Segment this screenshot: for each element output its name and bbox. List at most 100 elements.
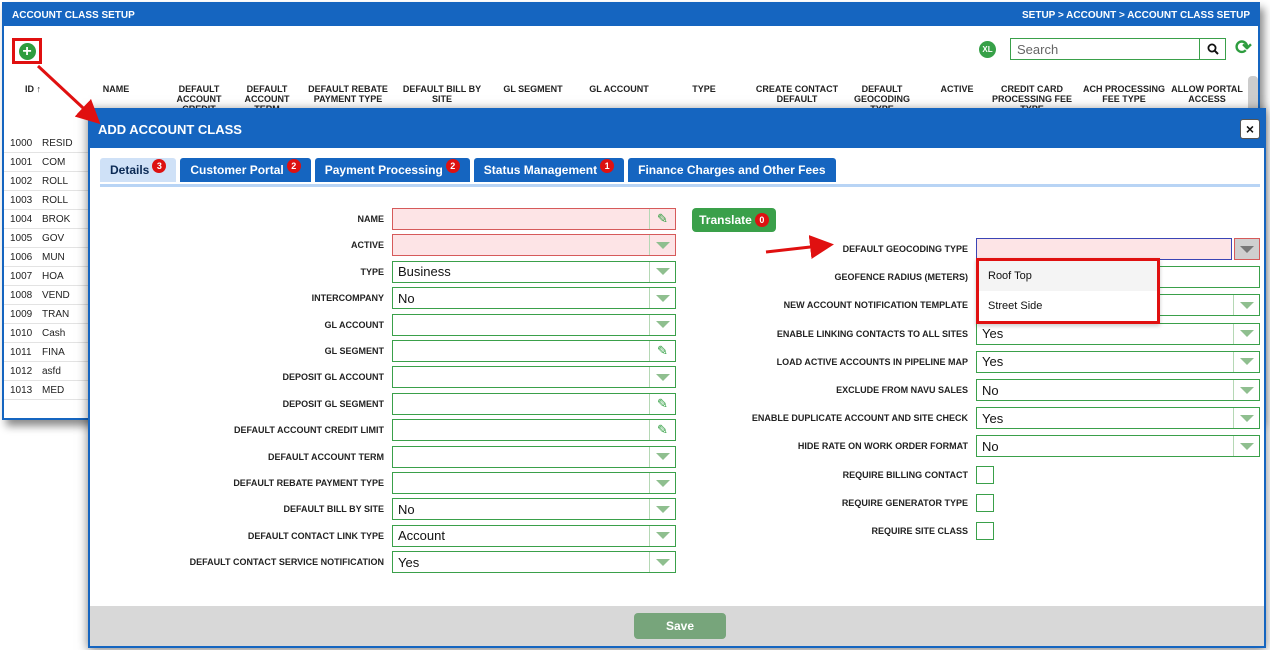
row-name: RESID (42, 137, 73, 149)
table-row[interactable]: 1006 MUN (4, 248, 94, 267)
deposit-gl-account-select[interactable] (392, 366, 676, 389)
exclude-from-navu-sales-select[interactable]: No (976, 379, 1260, 401)
chevron-down-icon[interactable] (1233, 295, 1259, 316)
hide-rate-on-work-order-format-select[interactable]: No (976, 435, 1260, 458)
table-row[interactable]: 1000 RESID (4, 134, 94, 153)
field-row-gl-segment: GL SEGMENT ✎ (90, 340, 676, 362)
default-contact-link-type-select[interactable]: Account (392, 524, 676, 547)
search-input[interactable] (1011, 39, 1199, 59)
chevron-down-icon[interactable] (1233, 436, 1259, 457)
search-icon (1207, 43, 1219, 55)
name-input[interactable]: ✎ (392, 208, 676, 230)
column-header-bill-by-site[interactable]: DEFAULT BILL BY SITE (402, 84, 482, 104)
require-generator-type-checkbox[interactable] (976, 493, 994, 512)
table-body: 1000 RESID 1001 COM 1002 ROLL 1003 ROLL 1004 BROK… (4, 134, 94, 400)
active-select[interactable] (392, 234, 676, 257)
column-header-portal[interactable]: ALLOW PORTAL ACCESS (1170, 84, 1244, 104)
table-row[interactable]: 1012 asfd (4, 362, 94, 381)
row-name: asfd (42, 365, 61, 377)
search-button[interactable] (1199, 39, 1225, 59)
new-account-notification-template-label: NEW ACCOUNT NOTIFICATION TEMPLATE (783, 300, 968, 311)
row-id: 1004 (10, 213, 33, 225)
enable-duplicate-account-and-site-check-select[interactable]: Yes (976, 407, 1260, 430)
field-row-enable-linking-contacts-to-all-sites: ENABLE LINKING CONTACTS TO ALL SITES Yes (650, 322, 1260, 345)
close-button[interactable]: × (1240, 119, 1260, 139)
translate-label: Translate (699, 213, 752, 227)
require-site-class-checkbox[interactable] (976, 522, 994, 540)
close-icon: × (1245, 121, 1255, 137)
table-row[interactable]: 1005 GOV (4, 229, 94, 248)
row-id: 1003 (10, 194, 33, 206)
dropdown-option-street-side[interactable]: Street Side (979, 291, 1157, 321)
chevron-down-icon[interactable] (649, 552, 675, 573)
active-label: ACTIVE (350, 240, 384, 251)
load-active-accounts-in-pipeline-map-label: LOAD ACTIVE ACCOUNTS IN PIPELINE MAP (776, 356, 968, 367)
gl-segment-input[interactable]: ✎ (392, 340, 676, 362)
column-header-ach-fee[interactable]: ACH PROCESSING FEE TYPE (1082, 84, 1166, 104)
dialog-header: ADD ACCOUNT CLASS × (90, 110, 1264, 148)
table-row[interactable]: 1002 ROLL (4, 172, 94, 191)
table-row[interactable]: 1010 Cash (4, 324, 94, 343)
chevron-down-icon[interactable] (1233, 323, 1259, 344)
table-row[interactable]: 1013 MED (4, 381, 94, 400)
row-name: VEND (42, 289, 70, 301)
default-geocoding-type-select[interactable] (976, 238, 1232, 260)
refresh-icon[interactable]: ⟳ (1235, 38, 1252, 58)
column-header-rebate[interactable]: DEFAULT REBATE PAYMENT TYPE (308, 84, 388, 104)
default-account-credit-limit-input[interactable]: ✎ (392, 419, 676, 442)
gl-account-label: GL ACCOUNT (324, 319, 385, 330)
gl-segment-label: GL SEGMENT (324, 346, 384, 356)
column-header-type[interactable]: TYPE (684, 84, 724, 94)
column-header-gl-segment[interactable]: GL SEGMENT (498, 84, 568, 94)
tab-customer-portal[interactable]: Customer Portal 2 (180, 158, 311, 182)
table-row[interactable]: 1008 VEND (4, 286, 94, 305)
save-button[interactable]: Save (634, 613, 726, 639)
breadcrumb[interactable]: SETUP > ACCOUNT > ACCOUNT CLASS SETUP (1022, 10, 1250, 21)
chevron-down-icon[interactable] (1234, 238, 1260, 260)
chevron-down-icon[interactable] (1233, 351, 1259, 372)
field-row-active: ACTIVE (90, 234, 676, 257)
row-name: Cash (42, 327, 66, 339)
tab-finance-charges-and-other-fees[interactable]: Finance Charges and Other Fees (628, 158, 836, 182)
toolbar: + XL ⟳ (4, 26, 1258, 70)
table-row[interactable]: 1003 ROLL (4, 191, 94, 210)
load-active-accounts-in-pipeline-map-select[interactable]: Yes (976, 350, 1260, 373)
table-row[interactable]: 1007 HOA (4, 267, 94, 286)
dialog-footer: Save (90, 606, 1264, 646)
require-billing-contact-checkbox[interactable] (976, 465, 994, 484)
default-bill-by-site-select[interactable]: No (392, 498, 676, 521)
column-header-name[interactable]: NAME (96, 84, 136, 94)
tab-status-management[interactable]: Status Management 1 (473, 158, 625, 182)
row-id: 1006 (10, 251, 33, 263)
enable-linking-contacts-to-all-sites-select[interactable]: Yes (976, 322, 1260, 345)
column-header-id[interactable]: ID ↑ (18, 84, 48, 94)
excel-export-icon[interactable]: XL (979, 41, 996, 58)
field-row-enable-duplicate-account-and-site-check: ENABLE DUPLICATE ACCOUNT AND SITE CHECK Y… (650, 407, 1260, 430)
default-account-term-select[interactable] (392, 445, 676, 468)
chevron-down-icon[interactable] (1233, 380, 1259, 400)
table-row[interactable]: 1001 COM (4, 153, 94, 172)
row-id: 1009 (10, 308, 33, 320)
type-select[interactable]: Business (392, 260, 676, 283)
table-row[interactable]: 1009 TRAN (4, 305, 94, 324)
default-contact-service-notification-select[interactable]: Yes (392, 551, 676, 574)
add-icon[interactable]: + (18, 42, 36, 60)
tab-payment-processing[interactable]: Payment Processing 2 (314, 158, 470, 182)
deposit-gl-segment-input[interactable]: ✎ (392, 392, 676, 415)
default-rebate-payment-type-select[interactable] (392, 472, 676, 494)
table-row[interactable]: 1011 FINA (4, 343, 94, 362)
column-header-active[interactable]: ACTIVE (932, 84, 982, 94)
field-row-new-account-notification-template: NEW ACCOUNT NOTIFICATION TEMPLATE (650, 294, 1260, 317)
intercompany-select[interactable]: No (392, 287, 676, 310)
pencil-icon[interactable]: ✎ (649, 209, 675, 229)
translate-button[interactable]: Translate 0 (692, 208, 776, 232)
dropdown-option-roof-top[interactable]: Roof Top (979, 261, 1157, 291)
column-header-gl-account[interactable]: GL ACCOUNT (584, 84, 654, 94)
gl-account-select[interactable] (392, 313, 676, 336)
tab-label: Customer Portal (190, 163, 284, 177)
row-name: MED (42, 384, 65, 396)
table-row[interactable]: 1004 BROK (4, 210, 94, 229)
column-header-create-contact[interactable]: CREATE CONTACT DEFAULT (752, 84, 842, 104)
tab-details[interactable]: Details 3 (100, 158, 177, 182)
chevron-down-icon[interactable] (1233, 408, 1259, 429)
